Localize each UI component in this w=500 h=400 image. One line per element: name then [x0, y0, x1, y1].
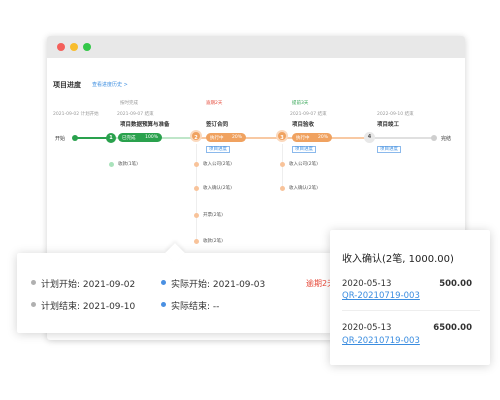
start-label: 开始	[55, 136, 66, 142]
income-entry-link[interactable]: QR-20210719-003	[342, 291, 420, 301]
stage4-progress-button[interactable]: 项目进度	[377, 146, 401, 153]
page-title: 项目进度	[53, 81, 81, 89]
income-separator	[342, 310, 480, 311]
line-segment-4	[369, 137, 433, 139]
stage3-progress-label: 执行中	[296, 135, 310, 141]
stage2-sub-item[interactable]: 开票(2笔)	[203, 212, 223, 218]
actual-end-label: 实际结束:	[171, 302, 211, 312]
stage1-progress: 已完成 100%	[118, 133, 162, 142]
stage4-name: 项目竣工	[377, 122, 400, 128]
actual-start-row: 实际开始: 2021-09-03	[171, 277, 265, 290]
stage2-sub-item[interactable]: 收款(2笔)	[203, 238, 223, 244]
start-dot	[72, 135, 78, 141]
stage1-progress-label: 已完成	[122, 135, 136, 141]
close-window-dot[interactable]	[57, 43, 65, 51]
stage3-sub-item[interactable]: 收入公司(2笔)	[289, 161, 318, 167]
actual-end-bullet	[161, 302, 166, 307]
stage2-progress-button[interactable]: 项目进度	[206, 146, 230, 153]
stage2-sub-line	[196, 144, 197, 242]
stage3-sub-dot	[280, 186, 285, 191]
stage1-progress-value: 100%	[145, 135, 158, 140]
stage2-sub-dot	[194, 162, 199, 167]
stage3-progress-value: 20%	[317, 135, 328, 140]
income-entry-amount: 6500.00	[433, 323, 472, 333]
plan-start-row: 计划开始: 2021-09-02	[41, 277, 135, 290]
actual-start-value: 2021-09-03	[212, 280, 266, 290]
stage3-sub-line	[282, 144, 283, 190]
minimize-window-dot[interactable]	[70, 43, 78, 51]
stage4-plan: 2022-09-10 结束	[377, 112, 414, 117]
plan-end-label: 计划结束:	[41, 302, 81, 312]
plan-start-label: 计划开始:	[41, 280, 81, 290]
stage2-progress-value: 20%	[231, 135, 242, 140]
maximize-window-dot[interactable]	[83, 43, 91, 51]
stage2-sub-dot	[194, 213, 199, 218]
stage2-sub-item[interactable]: 收入确认(2笔)	[203, 185, 232, 191]
stage3-node[interactable]: 3	[276, 130, 288, 142]
stage1-sub-item[interactable]: 收款(1笔)	[118, 161, 138, 167]
history-link[interactable]: 查看进度历史 >	[92, 81, 128, 88]
stage2-name: 签订合同	[206, 122, 229, 128]
stage1-tag: 按时完成	[120, 101, 138, 106]
stage2-tag: 逾期2天	[206, 101, 223, 106]
actual-start-bullet	[161, 280, 166, 285]
stage4-node[interactable]: 4	[364, 132, 375, 143]
stage2-node[interactable]: 2	[190, 130, 202, 142]
income-entry-date: 2020-05-13	[342, 279, 392, 289]
stage-detail-card: 计划开始: 2021-09-02 实际开始: 2021-09-03 逾期2天 计…	[17, 253, 335, 333]
stage3-tag: 提前3天	[292, 101, 309, 106]
income-entry-link[interactable]: QR-20210719-003	[342, 336, 420, 346]
stage3-sub-item[interactable]: 收入确认(2笔)	[289, 185, 318, 191]
actual-start-label: 实际开始:	[171, 280, 211, 290]
actual-end-value: --	[212, 302, 220, 312]
plan-end-row: 计划结束: 2021-09-10	[41, 299, 135, 312]
plan-end-value: 2021-09-10	[82, 302, 136, 312]
stage1-node[interactable]: 1	[106, 133, 116, 143]
stage1-plan: 2021-09-07 结束	[117, 112, 154, 117]
stage3-sub-dot	[280, 162, 285, 167]
start-plan-text: 2021-09-02 计划开始	[53, 112, 99, 117]
income-title: 收入确认(2笔, 1000.00)	[342, 254, 454, 265]
actual-end-row: 实际结束: --	[171, 299, 219, 312]
stage2-sub-item[interactable]: 收入公司(2笔)	[203, 161, 232, 167]
stage3-plan: 2021-09-07 结束	[290, 112, 327, 117]
income-entry-date: 2020-05-13	[342, 323, 392, 333]
window-titlebar	[47, 36, 465, 58]
stage3-progress-button[interactable]: 项目进度	[292, 146, 316, 153]
end-dot	[431, 135, 437, 141]
stage2-progress-label: 执行中	[210, 135, 224, 141]
stage2-sub-dot	[194, 239, 199, 244]
end-label: 完结	[441, 136, 452, 142]
plan-end-bullet	[31, 302, 36, 307]
income-entry-amount: 500.00	[439, 279, 472, 289]
stage3-progress: 执行中 20%	[292, 133, 332, 142]
stage2-progress: 执行中 20%	[206, 133, 246, 142]
income-card: 收入确认(2笔, 1000.00) 2020-05-13 500.00 QR-2…	[330, 230, 490, 365]
stage3-name: 项目验收	[292, 122, 315, 128]
stage1-name: 项目数据预算与准备	[120, 122, 170, 128]
plan-start-bullet	[31, 280, 36, 285]
plan-start-value: 2021-09-02	[82, 280, 136, 290]
stage2-sub-dot	[194, 186, 199, 191]
stage1-sub-dot	[109, 162, 114, 167]
